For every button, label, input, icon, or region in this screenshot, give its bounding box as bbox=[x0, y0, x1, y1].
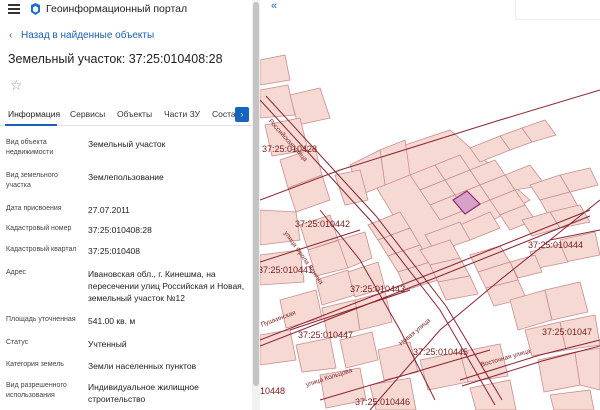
quarter-label: 37:25:010443 bbox=[350, 284, 406, 294]
tab-bar: Информация Сервисы Объекты Части ЗУ Сост… bbox=[0, 104, 252, 126]
quarter-label: 37:25:010442 bbox=[295, 219, 351, 229]
attribute-value: 541.00 кв. м bbox=[88, 316, 136, 326]
tab-information[interactable]: Информация bbox=[8, 109, 60, 119]
attribute-label: Кадастровый квартал bbox=[6, 246, 77, 253]
app-title: Геоинформационный портал bbox=[46, 3, 188, 15]
tab-parts[interactable]: Части ЗУ bbox=[164, 109, 200, 119]
attribute-value: 27.07.2011 bbox=[88, 205, 130, 215]
quarter-label: 10448 bbox=[260, 386, 286, 396]
chevron-left-icon: ‹ bbox=[9, 30, 13, 41]
portal-logo-icon bbox=[31, 3, 40, 15]
quarter-label: 37:25:010446 bbox=[355, 397, 411, 407]
attribute-value: 37:25:010408:28 bbox=[88, 225, 152, 235]
attribute-value: Учтенный bbox=[88, 339, 127, 349]
quarter-label: 37:25:010444 bbox=[528, 240, 584, 250]
attribute-value: Ивановская обл., г. Кинешма, на пересече… bbox=[88, 269, 245, 303]
attribute-label: Дата присвоения bbox=[6, 205, 62, 212]
attribute-value: 37:25:010408 bbox=[88, 246, 140, 256]
object-info-panel: Геоинформационный портал ‹ Назад в найден… bbox=[0, 0, 252, 410]
cadastral-map[interactable]: 37:25:010428 37:25:010442 37:25:010444 3… bbox=[260, 0, 600, 410]
app-header: Геоинформационный портал bbox=[0, 0, 252, 20]
double-chevron-left-icon[interactable]: « bbox=[264, 0, 284, 14]
hamburger-icon[interactable] bbox=[8, 4, 20, 14]
attribute-label: Вид объекта недвижимости bbox=[6, 139, 54, 156]
quarter-label: 37:25:010445 bbox=[413, 347, 469, 357]
quarter-label: 37:25:010447 bbox=[298, 330, 354, 340]
attribute-value: Индивидуальное жилищное строительство bbox=[88, 382, 199, 404]
page-title: Земельный участок: 37:25:010408:28 bbox=[8, 52, 223, 66]
favorite-star-icon[interactable]: ☆ bbox=[10, 78, 23, 92]
attribute-label: Категория земель bbox=[6, 361, 64, 368]
attribute-value: Земли населенных пунктов bbox=[88, 361, 197, 371]
attribute-label: Площадь уточненная bbox=[6, 316, 76, 323]
tab-composition[interactable]: Соста bbox=[212, 109, 236, 119]
attribute-value: Землепользование bbox=[88, 172, 164, 182]
attribute-label: Кадастровый номер bbox=[6, 225, 72, 232]
attribute-value: Земельный участок bbox=[88, 139, 166, 149]
attribute-label: Адрес bbox=[6, 269, 27, 276]
back-to-results-link[interactable]: ‹ Назад в найденные объекты bbox=[9, 30, 154, 41]
attribute-label: Статус bbox=[6, 339, 29, 346]
panel-scrollbar[interactable] bbox=[252, 0, 260, 410]
tab-services[interactable]: Сервисы bbox=[70, 109, 105, 119]
quarter-label: 37:25:01047 bbox=[542, 327, 593, 337]
map-search-box[interactable] bbox=[515, 0, 600, 20]
attribute-label: Вид разрешенного использования bbox=[6, 382, 67, 399]
tab-objects[interactable]: Объекты bbox=[117, 109, 152, 119]
chevron-right-icon[interactable]: › bbox=[235, 107, 249, 122]
scrollbar-thumb[interactable] bbox=[253, 2, 259, 386]
attribute-label: Вид земельного участка bbox=[6, 172, 58, 189]
back-link-label: Назад в найденные объекты bbox=[21, 30, 155, 41]
active-tab-indicator bbox=[5, 124, 57, 126]
